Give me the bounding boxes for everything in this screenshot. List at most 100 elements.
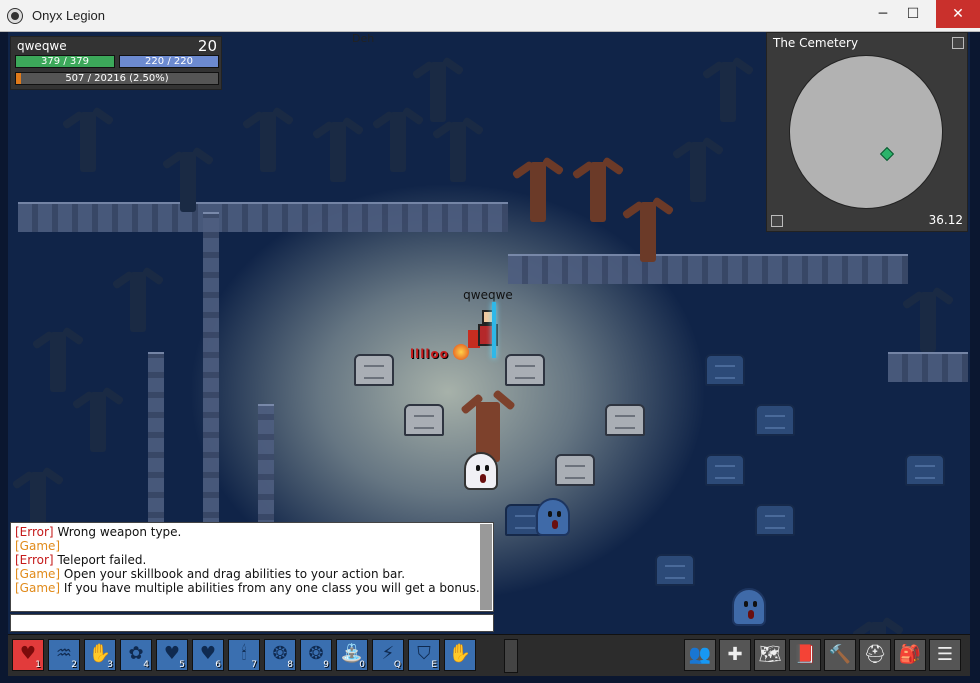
action-slot-6[interactable]: ♥ 6 [192,639,224,671]
chat-line: [Error] Teleport failed. [15,553,489,567]
gravestone [555,454,595,486]
action-slot-2[interactable]: ♒ 2 [48,639,80,671]
experience-text: 507 / 20216 (2.50%) [65,73,169,84]
dead-tree [8,442,68,532]
action-slot-9[interactable]: ❂ 9 [300,639,332,671]
chat-tag: [Game] [15,567,61,581]
experience-bar: 507 / 20216 (2.50%) [15,72,219,85]
gravestone [605,404,645,436]
dead-tree [108,242,168,332]
experience-fill [16,73,22,84]
dead-tree [898,262,958,352]
chat-line: [Game] [15,539,489,553]
slot-keybind: 0 [359,660,365,670]
chat-message: If you have multiple abilities from any … [60,581,480,595]
fireball-effect [453,344,469,360]
party-button[interactable]: 👥 [684,639,716,671]
maximize-button[interactable]: ☐ [898,0,928,28]
action-slot-8[interactable]: ❂ 8 [264,639,296,671]
chat-input[interactable] [10,614,494,632]
slot-keybind: 6 [215,660,221,670]
minimap-toggle-button[interactable] [771,215,783,227]
chat-message: Open your skillbook and drag abilities t… [60,567,406,581]
slot-keybind: E [431,660,437,670]
map-button[interactable]: 🗺 [754,639,786,671]
minimap-panel: The Cemetery 36.12 [766,32,968,232]
world-label: Deh [352,32,375,45]
window-titlebar: Onyx Legion ─ ☐ ✕ [0,0,980,32]
slot-keybind: 8 [287,660,293,670]
player-character[interactable] [468,302,508,358]
action-slot-extra[interactable]: ✋ [444,639,476,671]
action-bar: ♥ 1 ♒ 2 ✋ 3 ✿ 4 ♥ 5 ♥ 6 🕯 7 ❂ 8 ❂ 9 ⛲ 0 ⚡ Q ⛉ E ✋ 👥 ✚ 🗺 📕 🔨 ⛑ 🎒 ☰ [8,634,970,676]
dead-tree [698,32,758,122]
helmet-button[interactable]: ⛑ [859,639,891,671]
ghost-enemy[interactable] [464,452,498,490]
chat-message: Wrong weapon type. [53,525,182,539]
chat-line: [Error] Wrong weapon type. [15,525,489,539]
slot-keybind: 7 [251,660,257,670]
slot-keybind: 2 [71,660,77,670]
dead-tree [58,82,118,172]
action-slot-4[interactable]: ✿ 4 [120,639,152,671]
action-slot-7[interactable]: 🕯 7 [228,639,260,671]
hammer-button[interactable]: 🔨 [824,639,856,671]
player-marker-icon [879,146,895,162]
chat-line: [Game] Open your skillbook and drag abil… [15,567,489,581]
slot-keybind: 1 [35,660,41,670]
dead-tree [308,92,368,182]
rock-wall [203,212,219,552]
action-slot-1[interactable]: ♥ 1 [12,639,44,671]
dead-tree [68,362,128,452]
map-icon: 🗺 [758,644,782,665]
window-title: Onyx Legion [32,8,105,23]
menu-icon: ☰ [936,644,954,665]
backpack-button[interactable]: 🎒 [894,639,926,671]
minimap[interactable] [789,55,943,209]
action-slot-5[interactable]: ♥ 5 [156,639,188,671]
gravestone [505,354,545,386]
action-slot-Q[interactable]: ⚡ Q [372,639,404,671]
ghost-enemy[interactable] [732,588,766,626]
backpack-icon: 🎒 [898,644,922,665]
gravestone [905,454,945,486]
player-nameplate: qweqwe [463,288,513,302]
gravestone [705,454,745,486]
gravestone [705,354,745,386]
rock-wall [208,202,508,232]
chat-tag: [Game] [15,539,61,553]
dead-tree [408,32,468,122]
skillbook-icon: 📕 [793,644,817,665]
action-slot-3[interactable]: ✋ 3 [84,639,116,671]
chat-message: Teleport failed. [53,553,147,567]
app-icon [8,9,22,23]
ghost-enemy[interactable] [536,498,570,536]
chat-line: [Game] If you have multiple abilities fr… [15,581,489,595]
minimize-button[interactable]: ─ [868,0,898,28]
close-button[interactable]: ✕ [936,0,980,28]
rock-wall [508,254,908,284]
add-friend-button[interactable]: ✚ [719,639,751,671]
action-slot-0[interactable]: ⛲ 0 [336,639,368,671]
menu-button[interactable]: ☰ [929,639,961,671]
slot-keybind: 3 [107,660,113,670]
gravestone [755,504,795,536]
chat-tag: [Error] [15,525,54,539]
slot-keybind: 5 [179,660,185,670]
gravestone [755,404,795,436]
minimap-coordinates: 36.12 [928,213,963,227]
hammer-icon: 🔨 [828,644,852,665]
chat-log[interactable]: [Error] Wrong weapon type. [Game] [Error] … [10,522,494,612]
chat-scrollbar[interactable] [480,524,492,610]
action-slot-E[interactable]: ⛉ E [408,639,440,671]
minimap-collapse-button[interactable] [952,37,964,49]
add-friend-icon: ✚ [727,644,743,665]
dead-tree [158,122,218,212]
gravestone [404,404,444,436]
dead-tree [238,82,298,172]
player-name: qweqwe [17,39,67,53]
gravestone [354,354,394,386]
health-bar: 379 / 379 [15,55,115,68]
skillbook-button[interactable]: 📕 [789,639,821,671]
bar-options-button[interactable] [504,639,518,673]
